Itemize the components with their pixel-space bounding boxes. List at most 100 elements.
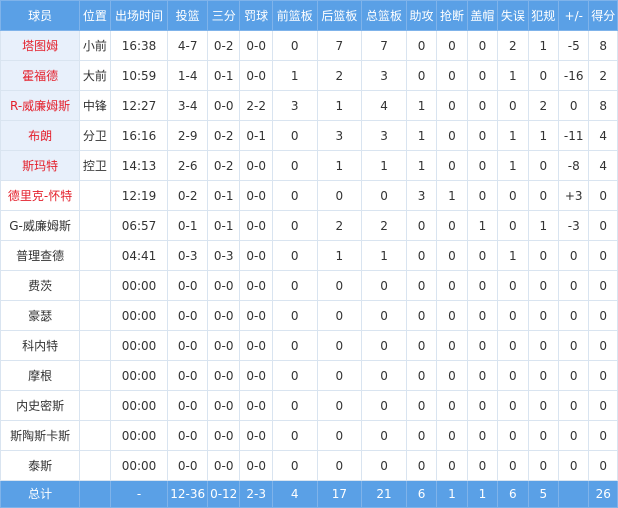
totals-tp: 0-12 [206,480,241,508]
stat-blk: 0 [466,60,499,91]
stat-ft: 0-0 [239,450,273,481]
stat-fg: 0-0 [167,390,208,421]
stat-fg: 0-3 [167,240,208,271]
stat-oreb: 0 [271,150,318,181]
stat-tp: 0-0 [206,300,241,331]
stat-pm: 0 [558,270,590,301]
stat-oreb: 0 [271,240,318,271]
stat-dreb: 0 [316,390,363,421]
stat-fg: 0-1 [167,210,208,241]
totals-pts: 26 [588,480,618,508]
stat-pts: 0 [588,390,618,421]
stat-reb: 4 [361,90,407,121]
player-row: 斯玛特 控卫 14:13 2-6 0-2 0-0 0 1 1 1 0 0 1 0 -8 4 [0,150,618,181]
stat-min: 10:59 [109,60,169,91]
stat-tov: 1 [497,240,529,271]
stat-pos [79,360,111,391]
stat-pts: 0 [588,240,618,271]
stat-pts: 0 [588,420,618,451]
player-name-link[interactable]: 霍福德 [0,60,81,91]
stat-ast: 0 [405,240,438,271]
player-row: 斯陶斯卡斯 00:00 0-0 0-0 0-0 0 0 0 0 0 0 0 0 0 0 [0,420,618,451]
column-header: 失误 [497,0,529,31]
stat-pf: 0 [527,240,560,271]
stat-fg: 0-0 [167,360,208,391]
stat-ast: 0 [405,450,438,481]
stat-ft: 0-0 [239,210,273,241]
stat-tov: 1 [497,150,529,181]
stat-tov: 1 [497,120,529,151]
column-header: 总篮板 [361,0,407,31]
stat-tov: 0 [497,360,529,391]
stat-pos: 控卫 [79,150,111,181]
stat-fg: 0-0 [167,420,208,451]
stat-ast: 3 [405,180,438,211]
player-name-link[interactable]: 斯玛特 [0,150,81,181]
stat-tov: 0 [497,210,529,241]
stat-reb: 0 [361,270,407,301]
stat-pos: 大前 [79,60,111,91]
stat-ast: 0 [405,330,438,361]
column-header: 抢断 [436,0,468,31]
stat-blk: 0 [466,90,499,121]
totals-label: 总计 [0,480,81,508]
stat-pos [79,390,111,421]
stat-pos: 中锋 [79,90,111,121]
stat-pm: -3 [558,210,590,241]
stat-dreb: 7 [316,30,363,61]
stat-pf: 1 [527,120,560,151]
stat-fg: 2-6 [167,150,208,181]
stat-oreb: 0 [271,210,318,241]
stat-blk: 0 [466,420,499,451]
stat-pts: 4 [588,150,618,181]
stat-oreb: 1 [271,60,318,91]
player-name-link: 内史密斯 [0,390,81,421]
stat-min: 12:27 [109,90,169,121]
stat-pf: 0 [527,180,560,211]
stat-oreb: 0 [271,120,318,151]
stat-pts: 2 [588,60,618,91]
column-header: 得分 [588,0,618,31]
stat-ast: 0 [405,360,438,391]
stat-tp: 0-2 [206,30,241,61]
stat-pts: 0 [588,300,618,331]
stat-pm: 0 [558,300,590,331]
stat-tov: 0 [497,420,529,451]
player-name-link: 摩根 [0,360,81,391]
stat-reb: 3 [361,120,407,151]
stat-pm: 0 [558,420,590,451]
player-name-link[interactable]: 布朗 [0,120,81,151]
player-name-link: 豪瑟 [0,300,81,331]
stat-pf: 0 [527,270,560,301]
stat-stl: 0 [436,420,468,451]
stat-pm: 0 [558,330,590,361]
stat-pm: 0 [558,90,590,121]
stat-pos [79,450,111,481]
stat-pm: -5 [558,30,590,61]
stat-blk: 0 [466,180,499,211]
stat-pts: 8 [588,30,618,61]
stat-ast: 1 [405,90,438,121]
stat-pm: 0 [558,390,590,421]
stat-dreb: 3 [316,120,363,151]
totals-ft: 2-3 [239,480,273,508]
stat-pts: 0 [588,360,618,391]
column-header: 助攻 [405,0,438,31]
stat-tp: 0-0 [206,90,241,121]
stat-stl: 0 [436,210,468,241]
totals-row: 总计 - 12-36 0-12 2-3 4 17 21 6 1 1 6 5 26 [0,480,618,508]
stat-dreb: 0 [316,450,363,481]
stat-tov: 0 [497,330,529,361]
stat-blk: 0 [466,30,499,61]
stat-pf: 1 [527,30,560,61]
totals-oreb: 4 [271,480,318,508]
totals-dreb: 17 [316,480,363,508]
player-name-link[interactable]: 德里克-怀特 [0,180,81,211]
stat-reb: 0 [361,180,407,211]
stat-stl: 0 [436,90,468,121]
stat-pts: 0 [588,450,618,481]
stat-tov: 0 [497,300,529,331]
stat-tp: 0-0 [206,420,241,451]
player-name-link[interactable]: 塔图姆 [0,30,81,61]
stat-ft: 0-1 [239,120,273,151]
